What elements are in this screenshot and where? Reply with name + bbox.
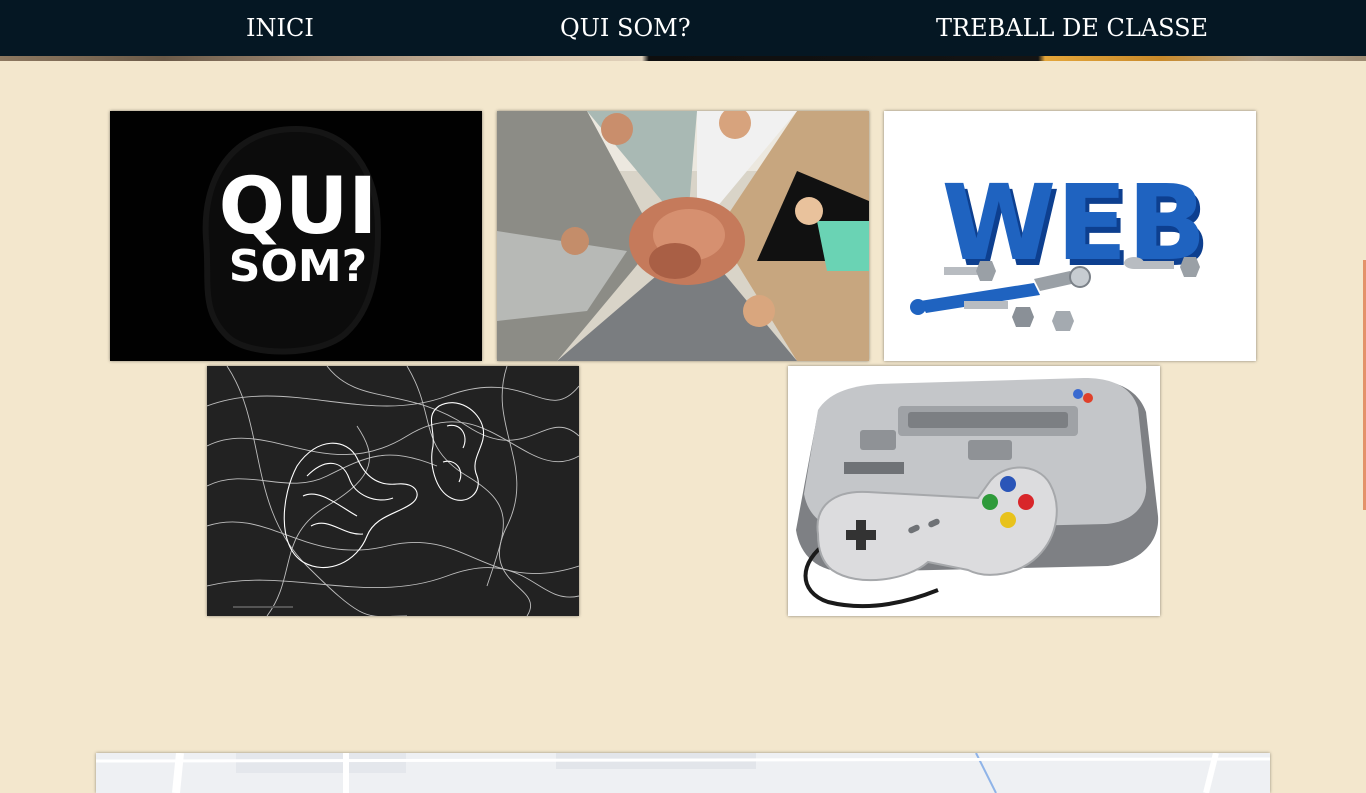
qui-som-image: QUI SOM? bbox=[110, 111, 482, 361]
header-image-strip bbox=[0, 56, 1366, 61]
team-hands-image-tile[interactable] bbox=[497, 111, 869, 361]
team-hands-image bbox=[497, 111, 869, 361]
snes-console-image-tile[interactable] bbox=[788, 366, 1160, 616]
web-tools-image: WEB WEB bbox=[884, 111, 1256, 361]
location-map[interactable] bbox=[96, 753, 1270, 793]
map-tiles bbox=[96, 753, 1270, 793]
web-tools-image-tile[interactable]: WEB WEB bbox=[884, 111, 1256, 361]
wire-hand-face-image-tile[interactable] bbox=[207, 366, 579, 616]
nav-item-treball-de-classe[interactable]: TREBALL DE CLASSE bbox=[936, 0, 1208, 56]
top-navbar: INICI QUI SOM? TREBALL DE CLASSE bbox=[0, 0, 1366, 56]
wire-hand-face-image bbox=[207, 366, 579, 616]
nav-item-inici[interactable]: INICI bbox=[246, 0, 314, 56]
som-text: SOM? bbox=[229, 241, 367, 292]
snes-console-image bbox=[788, 366, 1160, 616]
qui-text: QUI bbox=[219, 162, 378, 252]
nav-item-qui-som[interactable]: QUI SOM? bbox=[560, 0, 691, 56]
qui-som-image-tile[interactable]: QUI SOM? bbox=[110, 111, 482, 361]
